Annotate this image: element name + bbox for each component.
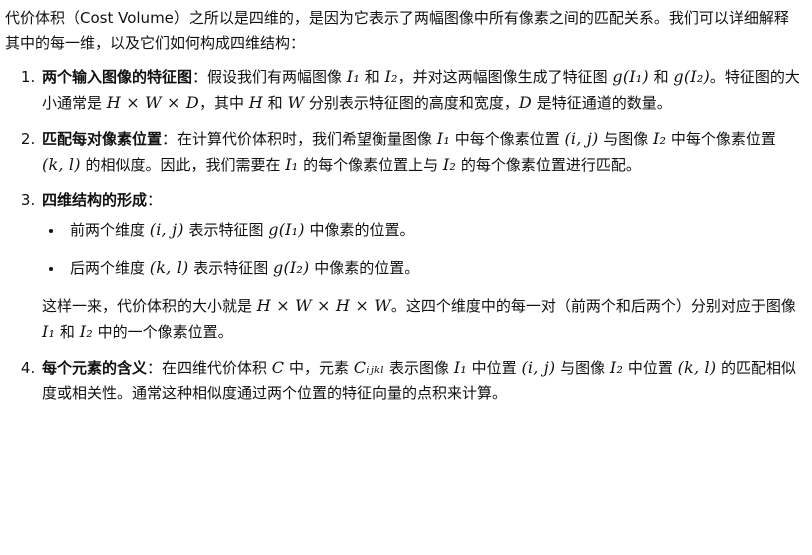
math-expression: g(I₂): [673, 67, 710, 86]
item-4-text: ：在四维代价体积 C 中，元素 Cᵢⱼₖₗ 表示图像 I₁ 中位置 (i, j)…: [42, 358, 796, 402]
text-run: 中位置: [466, 359, 522, 377]
math-expression: I₂: [384, 67, 398, 86]
math-expression: I₂: [652, 129, 667, 148]
math-expression: (i, j): [564, 129, 599, 148]
list-item-1: 两个输入图像的特征图：假设我们有两幅图像 I₁ 和 I₂，并对这两幅图像生成了特…: [40, 64, 802, 116]
text-run: 与图像: [598, 130, 653, 148]
math-expression: H × W × D: [106, 93, 199, 112]
math-expression: H × W × H × W: [256, 296, 391, 315]
text-run: 前两个维度: [70, 221, 150, 239]
text-run: 。这四个维度中的每一对（前两个和后两个）分别对应于图像: [390, 297, 796, 315]
math-expression: I₂: [609, 358, 624, 377]
math-expression: Cᵢⱼₖₗ: [353, 358, 385, 377]
text-run: 表示特征图: [183, 221, 269, 239]
math-expression: D: [518, 93, 532, 112]
math-expression: (k, l): [149, 258, 189, 277]
item-3-label: 四维结构的形成: [42, 191, 148, 209]
text-run: ：: [147, 191, 163, 209]
item-3-followup-text: 这样一来，代价体积的大小就是 H × W × H × W。这四个维度中的每一对（…: [42, 296, 796, 341]
math-expression: I₁: [346, 67, 360, 86]
explanation-list: 两个输入图像的特征图：假设我们有两幅图像 I₁ 和 I₂，并对这两幅图像生成了特…: [5, 64, 802, 406]
item-3-bullet-list: 前两个维度 (i, j) 表示特征图 g(I₁) 中像素的位置。 后两个维度 (…: [42, 217, 802, 281]
math-expression: (i, j): [149, 220, 184, 239]
math-expression: (k, l): [42, 155, 81, 174]
text-run: 和: [359, 68, 385, 86]
text-run: 表示图像: [384, 359, 454, 377]
text-run: 的每个像素位置上与: [298, 156, 443, 174]
item-1-label: 两个输入图像的特征图: [42, 68, 193, 86]
math-expression: (i, j): [521, 358, 556, 377]
math-expression: I₂: [442, 155, 457, 174]
text-run: 中每个像素位置: [449, 130, 565, 148]
math-expression: g(I₁): [612, 67, 649, 86]
text-run: 表示特征图: [188, 259, 273, 277]
list-item-2: 匹配每对像素位置：在计算代价体积时，我们希望衡量图像 I₁ 中每个像素位置 (i…: [40, 126, 802, 178]
text-run: 中，元素: [284, 359, 354, 377]
text-run: 中位置: [623, 359, 678, 377]
text-run: ：在四维代价体积: [147, 359, 272, 377]
text-run: ，其中: [198, 94, 249, 112]
math-expression: I₁: [436, 129, 450, 148]
text-run: 中像素的位置。: [309, 259, 420, 277]
text-run: 中像素的位置。: [304, 221, 415, 239]
text-run: 后两个维度: [70, 259, 150, 277]
math-expression: C: [271, 358, 285, 377]
item-3-text: ：: [147, 191, 162, 209]
text-run: 和: [55, 323, 80, 341]
text-run: 和: [262, 94, 288, 112]
text-run: ：假设我们有两幅图像: [192, 68, 347, 86]
text-run: 分别表示特征图的高度和宽度，: [304, 94, 519, 112]
text-run: 是特征通道的数量。: [531, 94, 672, 112]
text-run: 的每个像素位置进行匹配。: [456, 156, 641, 174]
text-run: 中的一个像素位置。: [92, 323, 233, 341]
item-2-label: 匹配每对像素位置: [42, 130, 163, 148]
item-4-label: 每个元素的含义: [42, 359, 148, 377]
bullet-item-2: 后两个维度 (k, l) 表示特征图 g(I₂) 中像素的位置。: [64, 255, 802, 281]
math-expression: g(I₂): [273, 258, 310, 277]
text-run: 和: [648, 68, 674, 86]
list-item-4: 每个元素的含义：在四维代价体积 C 中，元素 Cᵢⱼₖₗ 表示图像 I₁ 中位置…: [40, 355, 802, 406]
intro-paragraph: 代价体积（Cost Volume）之所以是四维的，是因为它表示了两幅图像中所有像…: [5, 9, 789, 52]
text-run: ：在计算代价体积时，我们希望衡量图像: [162, 130, 437, 148]
bullet-1-text: 前两个维度 (i, j) 表示特征图 g(I₁) 中像素的位置。: [70, 220, 415, 239]
document-page: 代价体积（Cost Volume）之所以是四维的，是因为它表示了两幅图像中所有像…: [0, 0, 812, 555]
text-run: 的相似度。因此，我们需要在: [80, 156, 286, 174]
bullet-item-1: 前两个维度 (i, j) 表示特征图 g(I₁) 中像素的位置。: [64, 217, 802, 243]
math-expression: I₁: [42, 322, 56, 341]
item-3-followup-paragraph: 这样一来，代价体积的大小就是 H × W × H × W。这四个维度中的每一对（…: [42, 293, 802, 345]
math-expression: (k, l): [677, 358, 717, 377]
math-expression: g(I₁): [268, 220, 305, 239]
text-run: 与图像: [555, 359, 610, 377]
math-expression: I₁: [453, 358, 467, 377]
math-expression: I₂: [79, 322, 93, 341]
math-expression: W: [287, 93, 305, 112]
list-item-3: 四维结构的形成： 前两个维度 (i, j) 表示特征图 g(I₁) 中像素的位置…: [40, 188, 802, 345]
text-run: 这样一来，代价体积的大小就是: [42, 297, 257, 315]
math-expression: I₁: [285, 155, 299, 174]
bullet-2-text: 后两个维度 (k, l) 表示特征图 g(I₂) 中像素的位置。: [70, 258, 420, 277]
text-run: 中每个像素位置: [666, 130, 776, 148]
text-run: ，并对这两幅图像生成了特征图: [397, 68, 613, 86]
math-expression: H: [248, 93, 263, 112]
